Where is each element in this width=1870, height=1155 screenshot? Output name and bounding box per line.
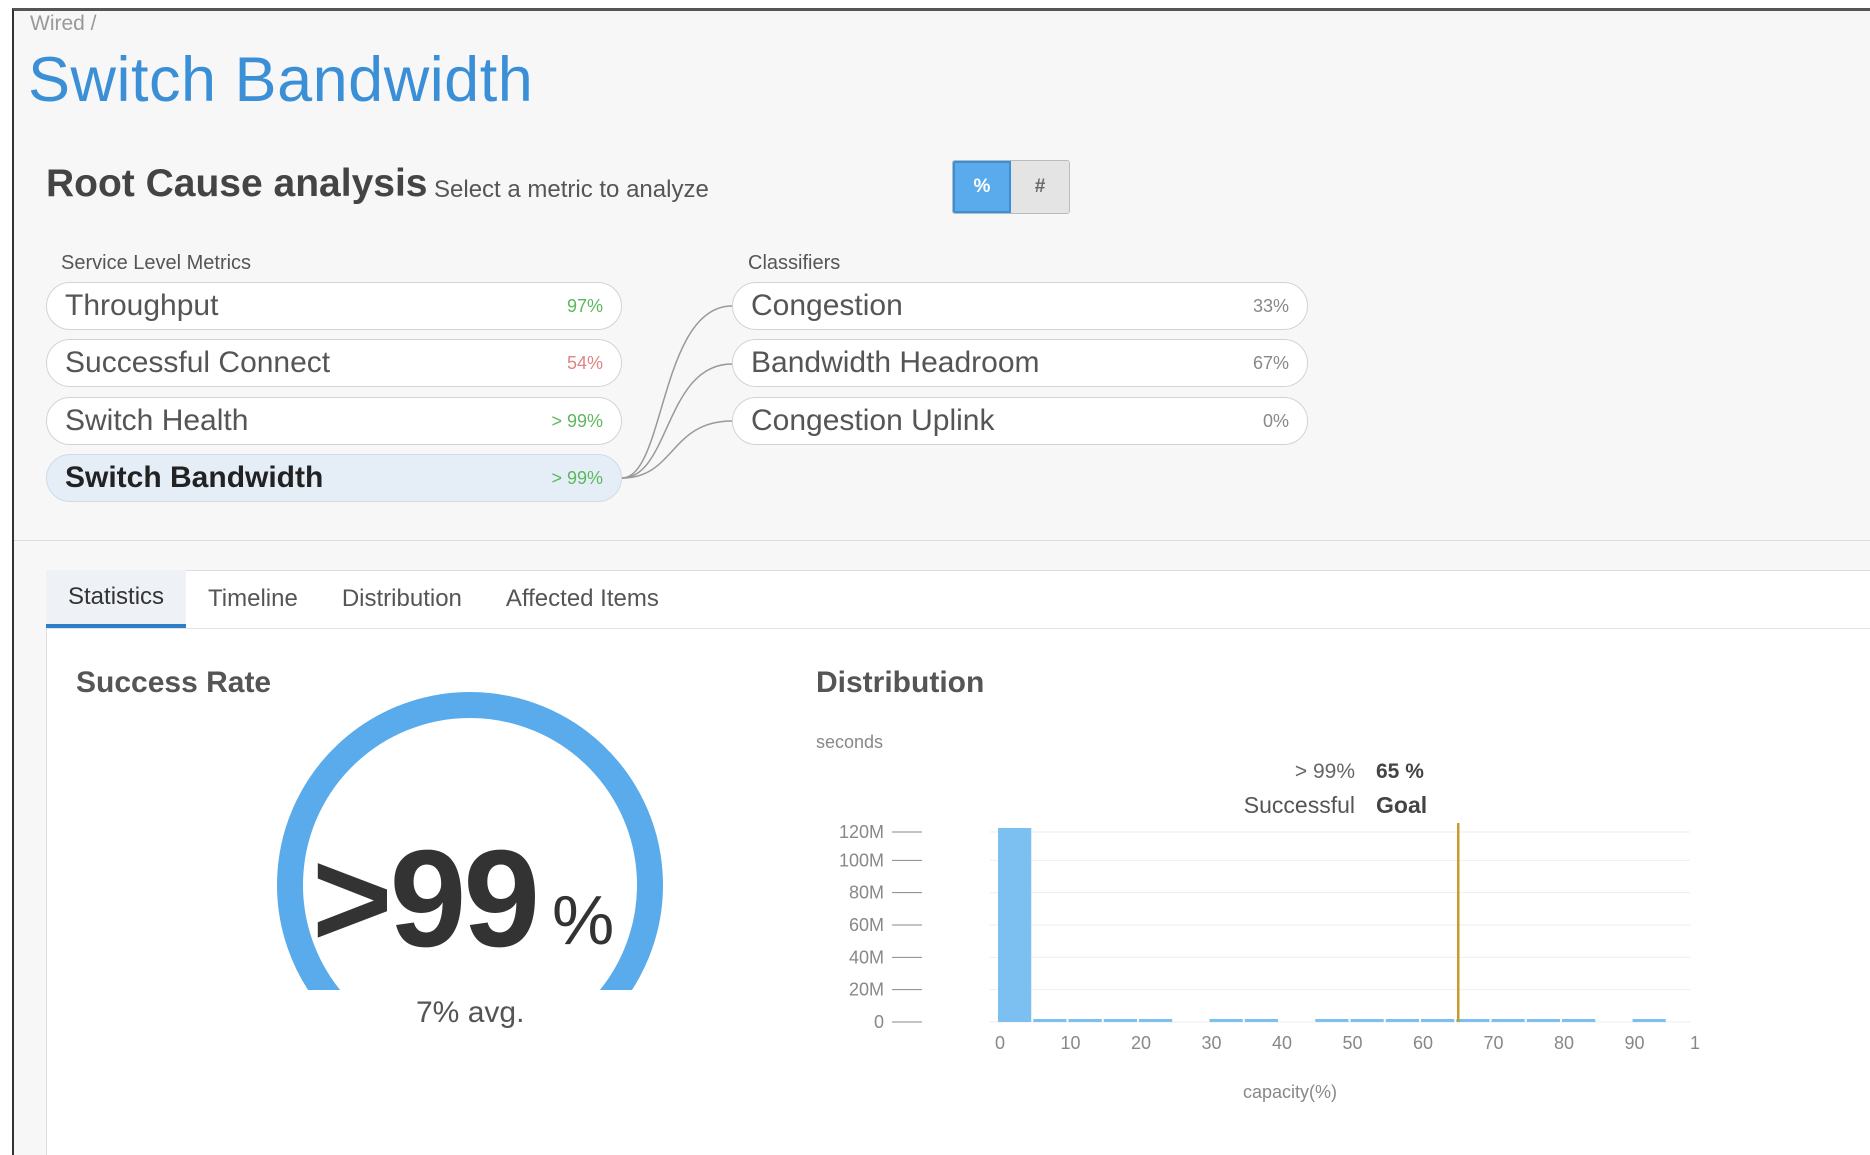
y-tick-label: 120M <box>839 822 884 842</box>
goal-value: 65 % <box>1376 760 1424 783</box>
classifier-value: 0% <box>1262 410 1289 431</box>
y-tick-label: 80M <box>849 883 884 903</box>
unit-toggle: % # <box>952 160 1070 214</box>
classifier-name: Congestion <box>751 289 903 322</box>
histogram-bar <box>1491 1019 1525 1022</box>
histogram-bar <box>1068 1019 1102 1022</box>
metric-switch-bandwidth[interactable]: Switch Bandwidth > 99% <box>46 454 622 502</box>
histogram-bar <box>1315 1019 1349 1022</box>
x-tick-label: 70 <box>1483 1033 1503 1053</box>
success-rate-unit: % <box>552 881 615 959</box>
rca-subtitle: Select a metric to analyze <box>434 176 709 203</box>
metric-value: > 99% <box>551 410 603 431</box>
metric-name: Switch Health <box>65 404 249 437</box>
x-tick-label: 60 <box>1413 1033 1433 1053</box>
service-level-metrics-label: Service Level Metrics <box>61 252 252 274</box>
histogram-bar <box>1244 1019 1278 1022</box>
success-rate-average: 7% avg. <box>416 996 525 1029</box>
y-tick-label: 20M <box>849 980 884 1000</box>
metric-name: Throughput <box>65 289 219 322</box>
histogram-bar <box>1421 1019 1455 1022</box>
metric-throughput[interactable]: Throughput 97% <box>46 282 622 330</box>
histogram-bar <box>1456 1019 1490 1022</box>
histogram-bar <box>1385 1019 1419 1022</box>
tab-statistics[interactable]: Statistics <box>46 570 187 628</box>
classifier-name: Bandwidth Headroom <box>751 346 1040 379</box>
histogram-bar <box>1526 1019 1560 1022</box>
classifier-connectors <box>621 305 733 479</box>
classifiers-label: Classifiers <box>748 252 841 274</box>
x-tick-label: 40 <box>1272 1033 1292 1053</box>
x-tick-label: 90 <box>1624 1033 1644 1053</box>
classifier-name: Congestion Uplink <box>751 404 995 437</box>
x-tick-label: 10 <box>1060 1033 1080 1053</box>
x-tick-label: 20 <box>1131 1033 1151 1053</box>
tab-distribution[interactable]: Distribution <box>320 570 484 628</box>
x-axis-label: capacity(%) <box>1243 1082 1337 1102</box>
histogram-bar <box>1033 1019 1067 1022</box>
x-tick-label: 50 <box>1342 1033 1362 1053</box>
details-tabs: Statistics Timeline Distribution Affecte… <box>46 570 681 628</box>
goal-label: Goal <box>1376 792 1427 818</box>
y-tick-label: 60M <box>849 915 884 935</box>
histogram-bar <box>1562 1019 1596 1022</box>
tab-underline <box>46 628 1870 629</box>
metric-value: > 99% <box>551 467 603 488</box>
x-tick-label: 100 <box>1690 1033 1700 1053</box>
metric-value: 54% <box>566 352 603 373</box>
y-tick-label: 0 <box>874 1012 884 1032</box>
classifier-value: 33% <box>1252 295 1289 316</box>
histogram-bar <box>1209 1019 1243 1022</box>
y-tick-label: 40M <box>849 947 884 967</box>
breadcrumb[interactable]: Wired / <box>30 12 97 36</box>
metric-name: Successful Connect <box>65 346 331 379</box>
x-tick-label: 30 <box>1201 1033 1221 1053</box>
y-tick-label: 100M <box>839 850 884 870</box>
histogram-bar <box>1139 1019 1173 1022</box>
percent-toggle-button[interactable]: % <box>953 161 1011 213</box>
classifier-congestion[interactable]: Congestion 33% <box>732 282 1308 330</box>
success-rate-value: >99 <box>312 822 540 976</box>
x-tick-label: 0 <box>995 1033 1005 1053</box>
successful-value: > 99% <box>1295 760 1355 783</box>
tab-timeline[interactable]: Timeline <box>186 570 320 628</box>
metric-successful-connect[interactable]: Successful Connect 54% <box>46 339 622 387</box>
metric-value: 97% <box>566 295 603 316</box>
histogram-bar <box>1632 1019 1666 1022</box>
metric-name: Switch Bandwidth <box>65 461 324 494</box>
rca-title: Root Cause analysis <box>46 162 428 205</box>
count-toggle-button[interactable]: # <box>1011 161 1069 213</box>
metric-switch-health[interactable]: Switch Health > 99% <box>46 397 622 445</box>
x-tick-label: 80 <box>1554 1033 1574 1053</box>
classifier-congestion-uplink[interactable]: Congestion Uplink 0% <box>732 397 1308 445</box>
successful-label: Successful <box>1244 792 1355 818</box>
histogram-bar <box>1103 1019 1137 1022</box>
section-divider <box>14 540 1870 541</box>
success-rate-title: Success Rate <box>76 666 272 699</box>
distribution-title: Distribution <box>816 666 985 699</box>
histogram-bar <box>998 828 1032 1022</box>
classifier-value: 67% <box>1252 352 1289 373</box>
y-axis-label: seconds <box>816 732 883 752</box>
classifier-bandwidth-headroom[interactable]: Bandwidth Headroom 67% <box>732 339 1308 387</box>
histogram-bar <box>1350 1019 1384 1022</box>
page-title: Switch Bandwidth <box>28 45 534 115</box>
tab-affected-items[interactable]: Affected Items <box>484 570 681 628</box>
distribution-chart: seconds > 99% Successful 65 % Goal 0 20M 4… <box>816 732 1700 1102</box>
